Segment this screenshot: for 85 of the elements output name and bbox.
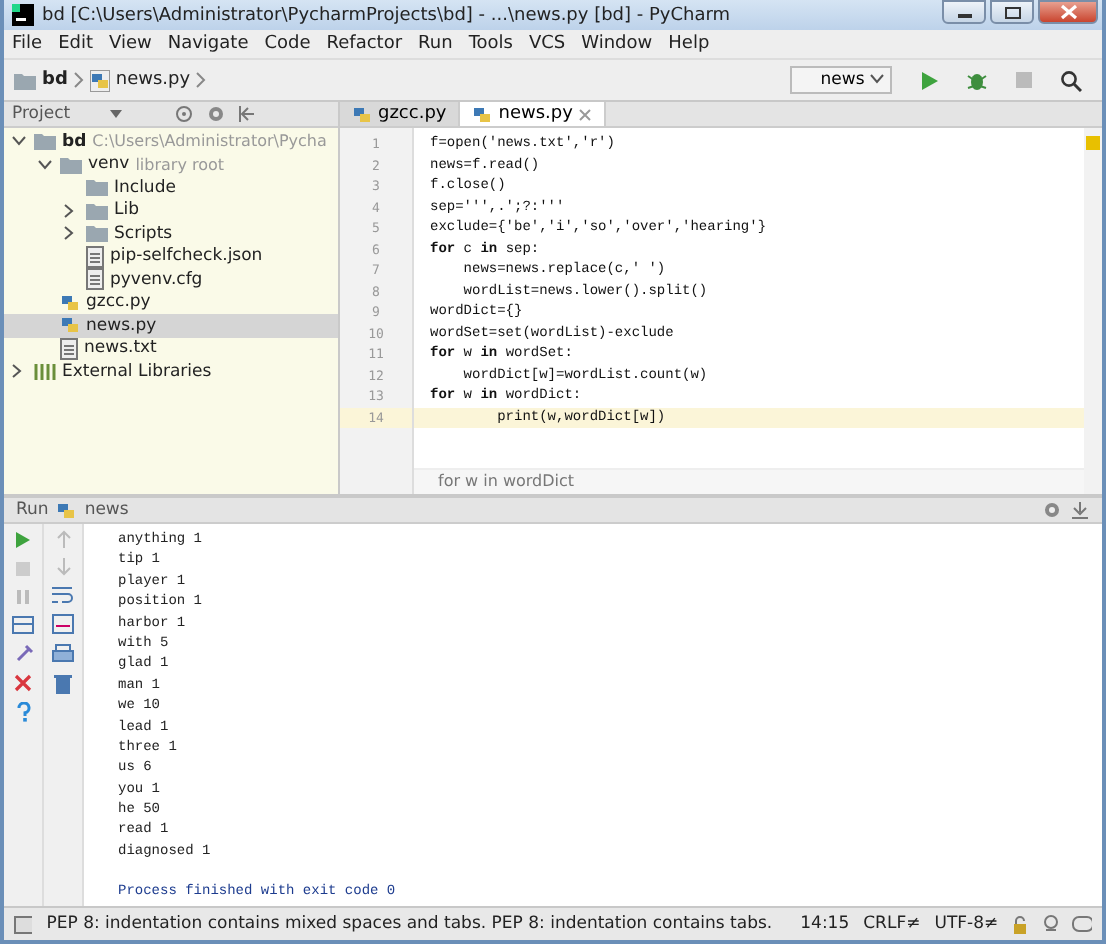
menu-item[interactable]: View <box>109 34 152 54</box>
editor-tab[interactable]: gzcc.py <box>340 102 461 126</box>
menu-item[interactable]: Navigate <box>167 34 249 54</box>
python-file-icon <box>60 314 80 337</box>
folder-icon <box>34 132 56 151</box>
tree-item[interactable]: venv library root <box>4 153 338 176</box>
hide-icon[interactable] <box>1070 500 1090 520</box>
settings-icon[interactable] <box>206 104 227 124</box>
folder-icon <box>14 71 36 89</box>
cursor-position[interactable]: 14:15 <box>800 914 850 934</box>
trash-icon[interactable] <box>54 674 72 694</box>
run-icon[interactable] <box>920 69 940 91</box>
chevron-icon <box>196 72 207 88</box>
tree-item[interactable]: pyvenv.cfg <box>4 268 338 291</box>
minimize-button[interactable] <box>942 0 986 24</box>
menu-item[interactable]: Edit <box>58 34 93 54</box>
search-icon[interactable] <box>1060 69 1082 91</box>
file-icon <box>60 337 78 360</box>
collapse-icon[interactable] <box>238 104 257 124</box>
editor-tab[interactable]: news.py <box>460 102 607 126</box>
python-file-icon <box>472 103 493 125</box>
file-icon <box>86 245 104 268</box>
app-icon <box>12 4 34 26</box>
layout-icon[interactable] <box>12 616 34 634</box>
menu-item[interactable]: Help <box>668 34 710 54</box>
caret-icon[interactable] <box>110 110 123 118</box>
run-icon[interactable] <box>14 530 32 550</box>
tree-item[interactable]: gzcc.py <box>4 291 338 314</box>
help-icon[interactable] <box>15 702 31 722</box>
tree-item[interactable]: news.txt <box>4 337 338 360</box>
breadcrumb[interactable]: bd <box>42 70 68 90</box>
menu-item[interactable]: Code <box>264 34 311 54</box>
status-message: PEP 8: indentation contains mixed spaces and tabs. PEP 8: indentation contains tabs. <box>46 914 773 934</box>
menu-item[interactable]: Run <box>418 34 453 54</box>
lock-icon[interactable] <box>1012 915 1028 933</box>
breadcrumb[interactable]: news.py <box>115 70 191 90</box>
python-file-icon <box>60 291 80 314</box>
folder-icon <box>60 155 82 174</box>
caret-icon <box>870 74 884 84</box>
menu-item[interactable]: Window <box>581 34 653 54</box>
close-icon <box>1059 4 1077 20</box>
warning-icon <box>1086 136 1100 150</box>
maximize-button[interactable] <box>990 0 1034 24</box>
bug-icon[interactable] <box>966 69 988 91</box>
python-file-icon <box>89 69 110 91</box>
line-separator[interactable]: CRLF≠ <box>863 914 921 934</box>
tree-item[interactable]: Lib <box>4 199 338 222</box>
chevron-icon <box>73 72 84 88</box>
tree-item[interactable]: Scripts <box>4 222 338 245</box>
path-hint: C:\Users\Administrator\Pycha <box>92 132 327 151</box>
scroll-end-icon[interactable] <box>52 614 74 634</box>
close-icon[interactable] <box>14 674 32 692</box>
window-title: bd [C:\Users\Administrator\PycharmProjects\bd] - ...\news.py [bd] - PyCharm <box>42 5 731 25</box>
tree-item[interactable]: news.py <box>4 314 338 337</box>
panel-title[interactable]: Project <box>12 104 71 124</box>
panel-toggle-icon[interactable] <box>14 915 33 933</box>
python-file-icon <box>56 499 77 521</box>
close-icon[interactable] <box>578 107 593 121</box>
file-icon <box>86 268 104 291</box>
soft-wrap-icon[interactable] <box>52 586 74 604</box>
folder-icon <box>86 224 108 243</box>
target-icon[interactable] <box>174 104 195 124</box>
folder-icon <box>86 178 108 197</box>
menu-item[interactable]: Refactor <box>326 34 403 54</box>
folder-icon <box>86 201 108 220</box>
tree-item[interactable]: bd C:\Users\Administrator\Pycha <box>4 130 338 153</box>
run-configuration-dropdown[interactable]: news <box>790 66 892 94</box>
library-icon <box>34 362 56 381</box>
tree-item[interactable]: Include <box>4 176 338 199</box>
menu-item[interactable]: File <box>12 34 43 54</box>
tree-item[interactable]: pip-selfcheck.json <box>4 245 338 268</box>
settings-icon[interactable] <box>1042 500 1062 520</box>
panel-title: Run <box>16 500 49 520</box>
print-icon[interactable] <box>52 644 74 664</box>
code-breadcrumb[interactable]: for w in wordDict <box>438 472 575 490</box>
menu-item[interactable]: Tools <box>468 34 513 54</box>
python-file-icon <box>352 103 372 125</box>
chat-icon[interactable] <box>1071 915 1092 933</box>
run-tab[interactable]: news <box>84 500 129 520</box>
menu-item[interactable]: VCS <box>528 34 566 54</box>
file-encoding[interactable]: UTF-8≠ <box>934 914 999 934</box>
close-button[interactable] <box>1038 0 1098 24</box>
path-hint: library root <box>135 155 225 174</box>
maximize-icon <box>1003 5 1021 19</box>
tree-item[interactable]: External Libraries <box>4 360 338 383</box>
